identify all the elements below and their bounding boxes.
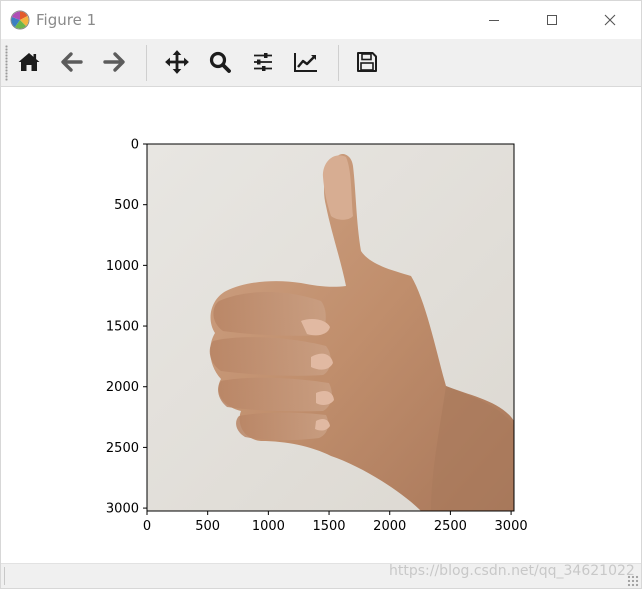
maximize-button[interactable] (529, 1, 575, 39)
search-icon (209, 51, 231, 73)
y-tick-label: 2500 (106, 441, 139, 456)
axes-svg: 0 500 1000 1500 2000 2500 3000 0 500 1000 1500 200… (106, 138, 528, 535)
y-tick-label: 0 (131, 138, 139, 153)
y-tick-label: 1500 (106, 320, 139, 335)
x-tick-label: 3000 (495, 519, 528, 534)
hand-photo (147, 144, 514, 511)
y-tick-label: 2000 (106, 380, 139, 395)
x-tick-label: 1500 (312, 519, 345, 534)
toolbar-separator (338, 45, 339, 81)
close-button[interactable] (587, 1, 633, 39)
toolbar-grip[interactable] (5, 45, 8, 81)
y-axis: 0 500 1000 1500 2000 2500 3000 (106, 138, 147, 517)
arrow-right-icon (103, 52, 125, 72)
zoom-button[interactable] (205, 47, 235, 77)
title-bar[interactable]: Figure 1 (1, 1, 641, 39)
floppy-disk-icon (357, 52, 377, 72)
x-tick-label: 2500 (434, 519, 467, 534)
toolbar-separator (146, 45, 147, 81)
home-button[interactable] (14, 47, 44, 77)
x-tick-label: 2000 (373, 519, 406, 534)
watermark-text: https://blog.csdn.net/qq_34621022 (389, 563, 635, 579)
figure-window: Figure 1 0 500 1000 1500 2000 2500 3000 … (0, 0, 642, 589)
window-title: Figure 1 (36, 11, 97, 29)
move-icon (165, 50, 189, 74)
home-icon (18, 53, 40, 71)
save-button[interactable] (352, 47, 382, 77)
pan-button[interactable] (162, 47, 192, 77)
x-tick-label: 0 (143, 519, 151, 534)
customize-button[interactable] (291, 47, 321, 77)
y-tick-label: 500 (114, 198, 139, 213)
navigation-toolbar (1, 39, 641, 87)
arrow-left-icon (61, 52, 83, 72)
y-tick-label: 3000 (106, 502, 139, 517)
sliders-icon (254, 53, 272, 71)
x-tick-label: 500 (195, 519, 220, 534)
forward-button[interactable] (99, 47, 129, 77)
x-tick-label: 1000 (252, 519, 285, 534)
subplots-button[interactable] (248, 47, 278, 77)
chart-line-icon (294, 53, 317, 72)
figure-canvas[interactable]: 0 500 1000 1500 2000 2500 3000 0 500 1000 1500 200… (1, 87, 641, 563)
x-axis: 0 500 1000 1500 2000 2500 3000 (143, 511, 528, 534)
y-tick-label: 1000 (106, 259, 139, 274)
maximize-icon (547, 15, 557, 25)
minimize-button[interactable] (471, 1, 517, 39)
close-icon (604, 14, 616, 26)
minimize-icon (489, 20, 499, 21)
back-button[interactable] (57, 47, 87, 77)
matplotlib-logo-icon (10, 10, 30, 30)
